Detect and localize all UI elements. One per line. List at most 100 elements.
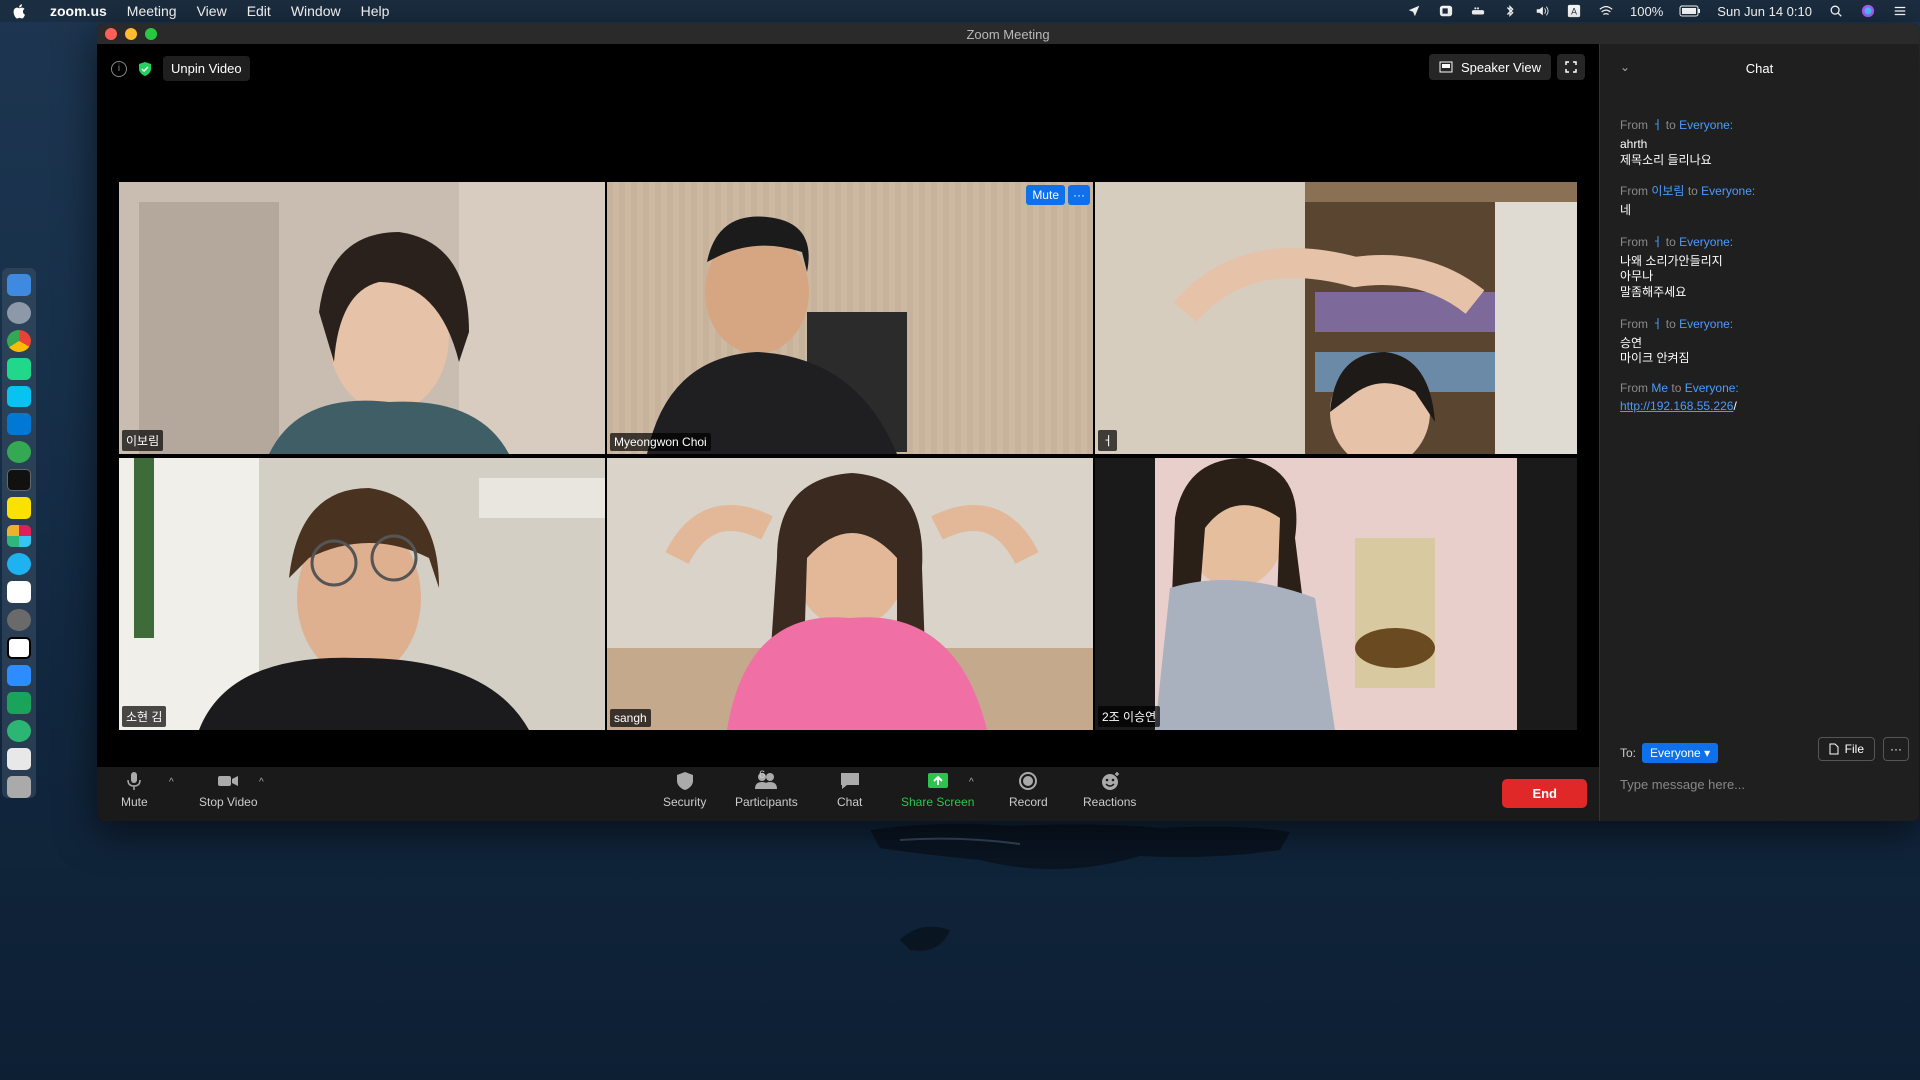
from-label: From [1620,234,1648,249]
pycharm-icon[interactable] [7,357,31,380]
message-recipient[interactable]: Everyone: [1701,184,1755,198]
svg-text:A: A [1571,7,1577,17]
participant-more-button[interactable]: ··· [1068,185,1090,205]
bluetooth-icon[interactable] [1502,4,1518,18]
reactions-button[interactable]: Reactions [1083,771,1136,809]
message-sender[interactable]: 이보림 [1651,184,1684,198]
video-tile[interactable]: 이보림 [119,182,605,454]
docker-icon[interactable] [1470,4,1486,18]
menubar-clock[interactable]: Sun Jun 14 0:10 [1717,4,1812,19]
network-icon[interactable] [7,720,31,743]
stop-video-button[interactable]: Stop Video [199,771,258,809]
video-tile[interactable]: ㅓ [1095,182,1577,454]
send-file-button[interactable]: File [1817,737,1875,761]
calendar-icon[interactable] [7,580,31,603]
minimize-window-button[interactable] [125,28,137,40]
menu-edit[interactable]: Edit [247,3,271,19]
fullscreen-icon [1565,61,1577,73]
chrome-icon[interactable] [7,329,31,352]
siri-icon[interactable] [1860,4,1876,18]
battery-icon[interactable] [1679,4,1701,18]
message-link[interactable]: http://192.168.55.226 [1620,399,1733,413]
menu-meeting[interactable]: Meeting [127,3,177,19]
terminal-icon[interactable] [7,469,31,492]
menu-view[interactable]: View [197,3,227,19]
participant-name: sangh [610,709,651,727]
menu-help[interactable]: Help [361,3,390,19]
share-screen-icon [927,773,948,788]
notion-icon[interactable] [7,636,31,659]
zoom-window-button[interactable] [145,28,157,40]
close-window-button[interactable] [105,28,117,40]
share-screen-label: Share Screen [901,795,975,809]
trash-icon[interactable] [7,776,31,798]
vscode-icon[interactable] [7,413,31,436]
maps-icon[interactable] [7,441,31,464]
meeting-info-icon[interactable]: i [111,60,127,77]
chat-message-list[interactable]: From ㅓ to Everyone: ahrth 제목소리 들리나요 From… [1600,92,1919,424]
clion-icon[interactable] [7,692,31,715]
downloads-icon[interactable] [7,748,31,771]
video-tile[interactable]: 소현 김 [119,458,605,730]
participant-name: Myeongwon Choi [610,433,711,451]
chat-panel: ⌄ Chat From ㅓ to Everyone: ahrth 제목소리 들리… [1599,44,1919,821]
finder-icon[interactable] [7,274,31,296]
fullscreen-button[interactable] [1557,54,1585,80]
wifi-icon[interactable] [1598,4,1614,18]
message-sender[interactable]: ㅓ [1651,235,1662,249]
message-recipient[interactable]: Everyone: [1679,317,1733,331]
video-tile[interactable]: sangh [607,458,1093,730]
slack-icon[interactable] [7,525,31,547]
encryption-shield-icon[interactable] [137,61,153,77]
message-line: 말좀해주세요 [1620,284,1687,299]
unpin-video-button[interactable]: Unpin Video [163,56,250,81]
security-button[interactable]: Security [663,771,706,809]
record-button[interactable]: Record [1009,771,1048,809]
system-preferences-icon[interactable] [7,608,31,631]
spotlight-search-icon[interactable] [1828,4,1844,18]
meeting-toolbar: Mute ^ Stop Video ^ Security 6 Participa… [97,767,1599,821]
share-screen-button[interactable]: Share Screen [901,771,974,809]
mute-button[interactable]: Mute [121,771,148,809]
notification-center-icon[interactable] [1892,4,1908,18]
menu-window[interactable]: Window [291,3,341,19]
chevron-down-icon[interactable]: ⌄ [1620,60,1630,74]
video-tile[interactable]: 2조 이승연 [1095,458,1577,730]
security-label: Security [663,795,707,809]
chat-message: From Me to Everyone: http://192.168.55.2… [1620,381,1899,415]
zoom-app-icon[interactable] [7,664,31,687]
message-recipient[interactable]: Everyone: [1679,235,1733,249]
recipient-dropdown[interactable]: Everyone ▾ [1642,743,1719,763]
to-word: to [1687,184,1698,199]
message-sender[interactable]: ㅓ [1651,317,1662,331]
video-options-caret-icon[interactable]: ^ [259,777,264,788]
window-titlebar[interactable]: Zoom Meeting [97,24,1919,44]
zoom-status-icon[interactable] [1438,4,1454,18]
kakaotalk-icon[interactable] [7,497,31,520]
chat-button[interactable]: Chat [837,771,862,809]
share-options-caret-icon[interactable]: ^ [969,777,974,788]
video-camera-icon [218,776,239,786]
chat-message-input[interactable] [1620,777,1900,792]
mute-participant-button[interactable]: Mute [1026,185,1065,205]
launchpad-icon[interactable] [7,301,31,324]
appstore-icon[interactable] [7,552,31,575]
video-tile[interactable]: Mute ··· Myeongwon Choi [607,182,1093,454]
input-source-icon[interactable]: A [1566,4,1582,18]
audio-options-caret-icon[interactable]: ^ [169,777,174,788]
chat-more-button[interactable]: ··· [1883,737,1909,761]
message-recipient[interactable]: Everyone: [1679,118,1733,132]
to-word: to [1665,118,1676,132]
webstorm-icon[interactable] [7,385,31,408]
participants-button[interactable]: 6 Participants [735,769,798,809]
menu-app-name[interactable]: zoom.us [50,3,107,19]
volume-icon[interactable] [1534,4,1550,18]
message-sender[interactable]: ㅓ [1651,118,1662,132]
apple-icon[interactable] [12,3,28,19]
message-recipient[interactable]: Everyone: [1685,381,1739,395]
speaker-view-button[interactable]: Speaker View [1429,54,1551,80]
message-sender[interactable]: Me [1651,381,1668,395]
end-meeting-button[interactable]: End [1502,779,1587,808]
location-icon[interactable] [1406,4,1422,18]
file-icon [1829,743,1839,755]
